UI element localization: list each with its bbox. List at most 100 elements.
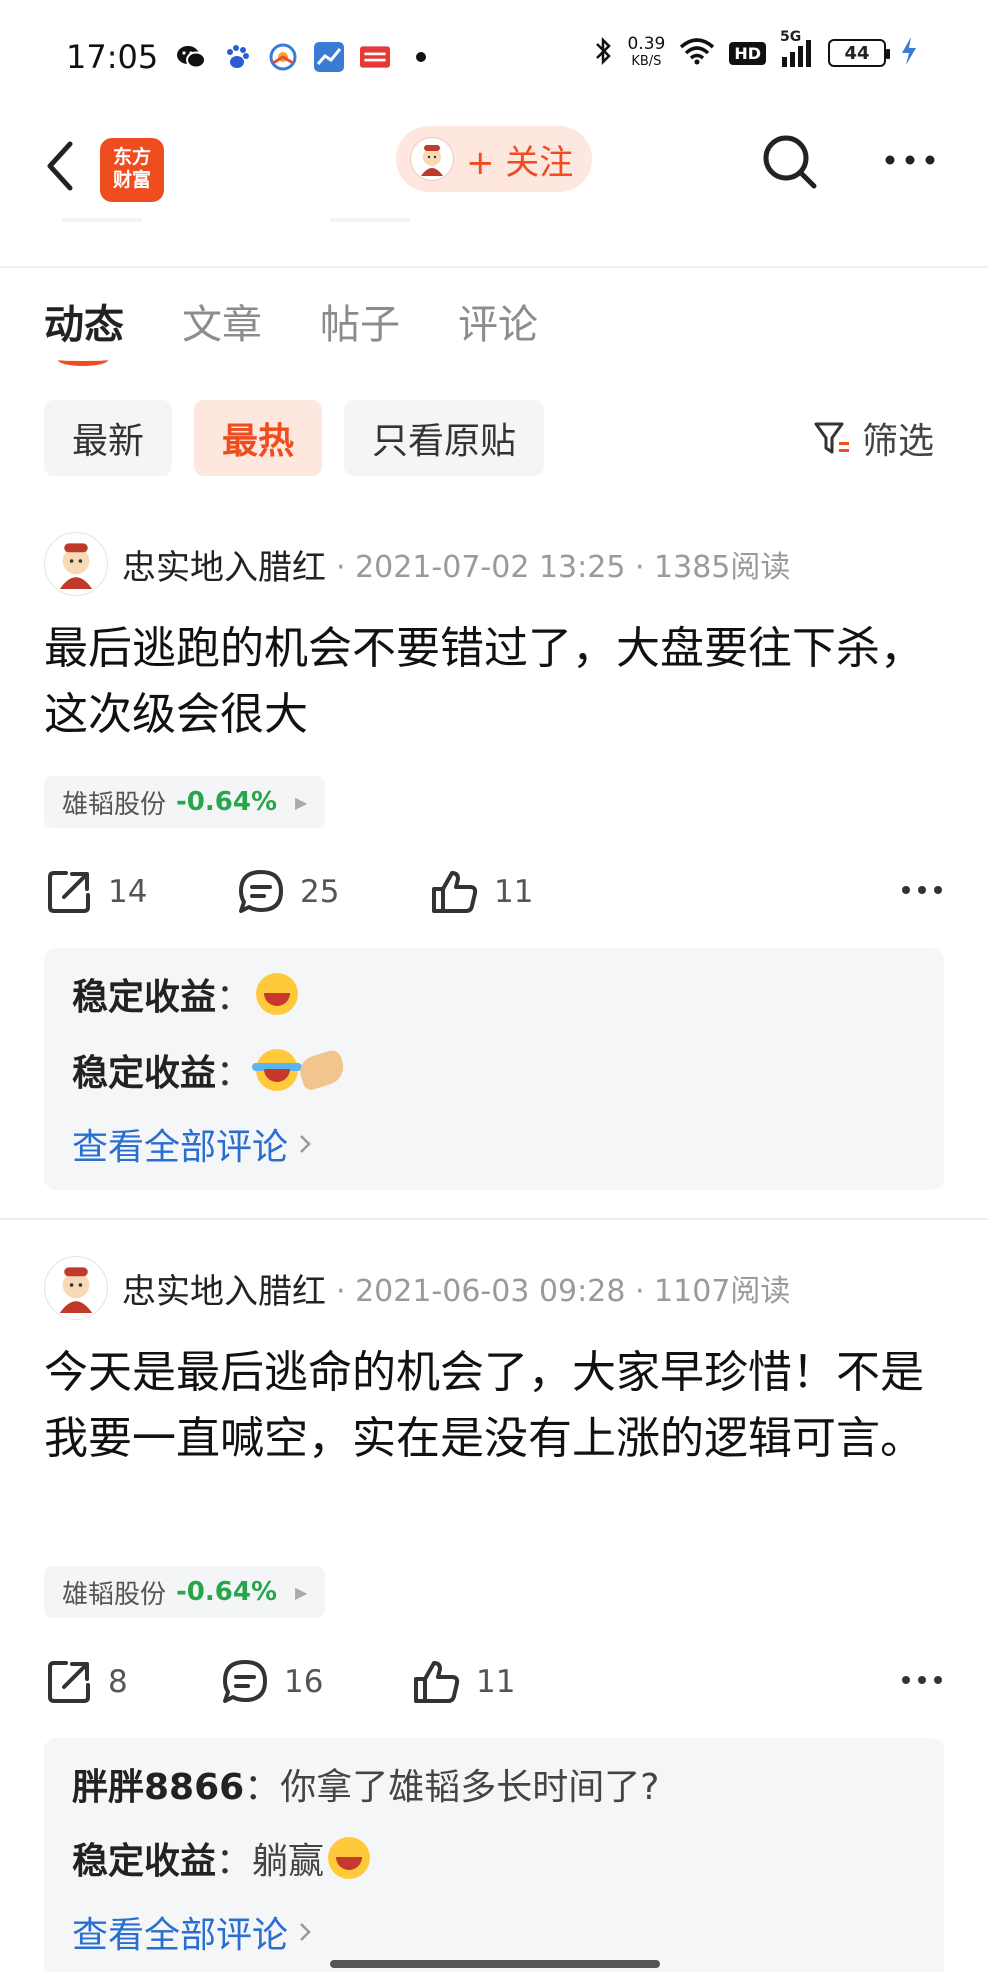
- follow-label: + 关注: [466, 142, 574, 183]
- fortune-god-icon: [59, 1267, 93, 1313]
- comment-text: 躺赢: [252, 1841, 325, 1882]
- like-button[interactable]: 11: [430, 862, 533, 922]
- stock-name: 雄韬股份: [62, 789, 167, 820]
- post-body[interactable]: 最后逃跑的机会不要错过了，大盘要往下杀，这次级会很大: [44, 616, 944, 748]
- post-more-button[interactable]: [900, 1672, 944, 1691]
- comment-user[interactable]: 稳定收益: [72, 1044, 216, 1096]
- filter-button[interactable]: 筛选: [812, 412, 934, 464]
- app-logo[interactable]: 东方 财富: [100, 138, 164, 202]
- status-bar: 17:05 0.39 KB/S HD 5G 44: [0, 0, 988, 110]
- tab-articles[interactable]: 文章: [182, 292, 262, 350]
- follow-button[interactable]: + 关注: [396, 126, 592, 192]
- stock-tag[interactable]: 雄韬股份 -0.64% ▶: [44, 1566, 326, 1618]
- signal-icon: 5G: [780, 29, 814, 67]
- network-type: 5G: [780, 29, 802, 45]
- comment-item: 稳定收益 ：: [72, 1044, 348, 1096]
- grin-emoji-icon: [256, 973, 299, 1015]
- comment-text: 你拿了雄韬多长时间了?: [280, 1767, 660, 1808]
- share-count: 8: [108, 1664, 128, 1700]
- comment-icon: [239, 870, 283, 913]
- bluetooth-icon: [593, 36, 613, 70]
- comment-button[interactable]: 25: [236, 862, 339, 922]
- search-icon: [763, 135, 817, 189]
- network-speed: 0.39 KB/S: [627, 36, 665, 70]
- fortune-god-icon: [421, 145, 443, 176]
- tab-active-indicator: [58, 354, 108, 366]
- stock-tag[interactable]: 雄韬股份 -0.64% ▶: [44, 776, 326, 828]
- comment-user[interactable]: 胖胖8866: [72, 1758, 244, 1810]
- toutiao-icon: [360, 42, 390, 72]
- post-actions: 8 16 11: [44, 1652, 944, 1712]
- post-header: 忠实地入腊红 · 2021-07-02 13:25 · 1385阅读: [44, 532, 790, 596]
- post-more-button[interactable]: [900, 882, 944, 901]
- battery-indicator: 44: [828, 39, 890, 67]
- post-body[interactable]: 今天是最后逃命的机会了，大家早珍惜！不是我要一直喊空，实在是没有上涨的逻辑可言。: [44, 1340, 944, 1472]
- author-name[interactable]: 忠实地入腊红: [122, 1264, 326, 1313]
- post-actions: 14 25 11: [44, 862, 944, 922]
- clock: 17:05: [66, 38, 159, 76]
- comment-separator: ：: [216, 1841, 253, 1882]
- share-button[interactable]: 8: [44, 1652, 128, 1712]
- logo-line-1: 东方: [112, 146, 151, 168]
- tab-label: 评论: [458, 302, 538, 348]
- view-all-label: 查看全部评论: [72, 1127, 289, 1168]
- comment-item: 胖胖8866 ： 你拿了雄韬多长时间了?: [72, 1758, 659, 1810]
- share-button[interactable]: 14: [44, 862, 147, 922]
- comment-preview[interactable]: 稳定收益 ： 稳定收益 ： 查看全部评论: [44, 948, 944, 1190]
- comment-separator: ：: [244, 1767, 281, 1808]
- filter-label: 筛选: [862, 421, 935, 462]
- view-all-comments-link[interactable]: 查看全部评论: [72, 1118, 312, 1170]
- wechat-icon: [176, 42, 206, 72]
- comment-button[interactable]: 16: [220, 1652, 323, 1712]
- chip-original-only[interactable]: 只看原贴: [344, 400, 545, 476]
- tab-dynamic[interactable]: 动态: [44, 292, 124, 366]
- view-all-label: 查看全部评论: [72, 1915, 289, 1956]
- comment-preview[interactable]: 胖胖8866 ： 你拿了雄韬多长时间了? 稳定收益 ： 躺赢 查看全部评论: [44, 1738, 944, 1972]
- more-button[interactable]: [880, 150, 940, 170]
- home-indicator[interactable]: [330, 1960, 660, 1968]
- top-nav: 东方 财富 + 关注: [0, 110, 988, 230]
- stock-change: -0.64%: [176, 1577, 278, 1607]
- hd-badge: HD: [729, 41, 766, 65]
- stock-app-icon: [314, 42, 344, 72]
- play-arrow-icon: ▶: [295, 1582, 308, 1602]
- author-name[interactable]: 忠实地入腊红: [122, 540, 326, 589]
- tab-posts[interactable]: 帖子: [320, 292, 400, 350]
- like-button[interactable]: 11: [412, 1652, 515, 1712]
- post-meta: · 2021-07-02 13:25 · 1385阅读: [336, 550, 791, 585]
- thumbs-up-icon: [414, 1661, 460, 1703]
- comment-icon: [223, 1660, 267, 1703]
- chevron-left-icon: [47, 141, 73, 191]
- tab-label: 帖子: [320, 302, 400, 348]
- comment-count: 16: [284, 1664, 324, 1700]
- comment-user[interactable]: 稳定收益: [72, 1832, 216, 1884]
- like-count: 11: [494, 874, 534, 910]
- content-tabs: 动态 文章 帖子 评论: [44, 292, 538, 366]
- chip-hottest[interactable]: 最热: [194, 400, 323, 476]
- battery-level: 44: [844, 42, 870, 64]
- comment-separator: ：: [216, 1053, 253, 1094]
- laughing-tears-emoji-icon: [252, 1049, 303, 1091]
- avatar[interactable]: [44, 1256, 108, 1320]
- chip-latest[interactable]: 最新: [44, 400, 173, 476]
- browser-icon: [268, 42, 298, 72]
- sort-chips: 最新 最热 只看原贴: [44, 400, 545, 476]
- wifi-icon: [679, 37, 715, 69]
- back-button[interactable]: [40, 138, 84, 194]
- chevron-right-icon: [300, 1135, 311, 1153]
- more-dots-icon: [902, 1676, 942, 1684]
- avatar[interactable]: [44, 532, 108, 596]
- baidu-icon: [222, 42, 252, 72]
- nav-divider: [0, 266, 988, 268]
- stock-change: -0.64%: [176, 787, 278, 817]
- thumbs-up-icon: [432, 871, 478, 913]
- view-all-comments-link[interactable]: 查看全部评论: [72, 1906, 312, 1958]
- comment-separator: ：: [216, 977, 253, 1018]
- tab-comments[interactable]: 评论: [458, 292, 538, 350]
- share-icon: [48, 871, 90, 913]
- pointing-hand-emoji-icon: [296, 1047, 348, 1093]
- search-button[interactable]: [760, 132, 820, 192]
- comment-user[interactable]: 稳定收益: [72, 968, 216, 1020]
- user-avatar-small: [410, 137, 454, 181]
- logo-line-2: 财富: [112, 169, 151, 191]
